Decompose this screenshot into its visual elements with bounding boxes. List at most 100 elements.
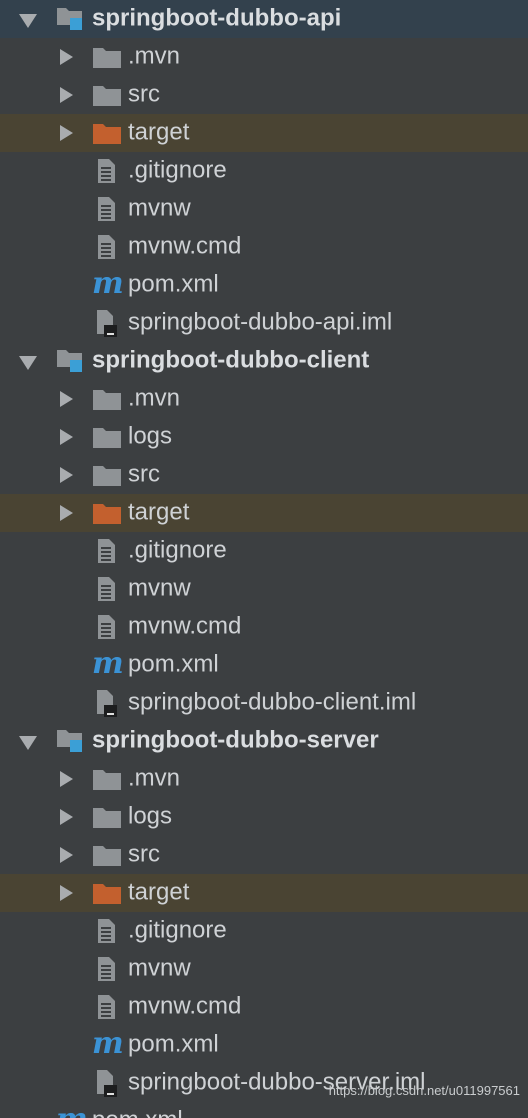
- excluded-folder-icon: [92, 121, 122, 152]
- tree-row[interactable]: m pom.xml: [0, 1102, 528, 1118]
- tree-row-label: .gitignore: [128, 156, 227, 184]
- expand-arrow-icon[interactable]: [60, 467, 73, 483]
- tree-row-label: src: [128, 80, 160, 108]
- tree-row[interactable]: target: [0, 114, 528, 152]
- tree-row[interactable]: .gitignore: [0, 912, 528, 950]
- tree-row[interactable]: mvnw: [0, 190, 528, 228]
- expand-arrow-icon[interactable]: [60, 809, 73, 825]
- tree-row-label: .mvn: [128, 764, 181, 792]
- expand-arrow-icon[interactable]: [60, 885, 73, 901]
- tree-row-label: mvnw: [128, 194, 191, 222]
- collapse-arrow-icon[interactable]: [19, 736, 37, 750]
- expand-arrow-icon[interactable]: [60, 391, 73, 407]
- expand-arrow-icon[interactable]: [60, 505, 73, 521]
- tree-row[interactable]: src: [0, 76, 528, 114]
- tree-row[interactable]: springboot-dubbo-client.iml: [0, 684, 528, 722]
- tree-row[interactable]: logs: [0, 418, 528, 456]
- tree-row[interactable]: mvnw: [0, 950, 528, 988]
- tree-row[interactable]: springboot-dubbo-client: [0, 342, 528, 380]
- tree-row[interactable]: mpom.xml: [0, 646, 528, 684]
- expand-arrow-icon[interactable]: [60, 771, 73, 787]
- tree-row[interactable]: mvnw.cmd: [0, 988, 528, 1026]
- project-tree: springboot-dubbo-api .mvn src target .gitign…: [0, 0, 528, 1118]
- tree-row-label: target: [128, 498, 190, 526]
- tree-row[interactable]: src: [0, 836, 528, 874]
- text-file-icon: [95, 157, 117, 192]
- folder-icon: [92, 83, 122, 114]
- maven-icon: m: [92, 646, 124, 681]
- tree-row-label: target: [128, 118, 190, 146]
- tree-row[interactable]: logs: [0, 798, 528, 836]
- maven-icon: m: [92, 1026, 124, 1061]
- tree-row[interactable]: springboot-dubbo-server: [0, 722, 528, 760]
- tree-row-label: src: [128, 460, 160, 488]
- tree-row[interactable]: mvnw.cmd: [0, 608, 528, 646]
- tree-row-label: .mvn: [128, 42, 181, 70]
- text-file-icon: [95, 195, 117, 230]
- text-file-icon: [95, 233, 117, 268]
- tree-row-label: .gitignore: [128, 536, 227, 564]
- tree-row-label: springboot-dubbo-server: [92, 726, 379, 754]
- tree-row[interactable]: mpom.xml: [0, 1026, 528, 1064]
- collapse-arrow-icon[interactable]: [19, 14, 37, 28]
- folder-icon: [92, 767, 122, 798]
- expand-arrow-icon[interactable]: [60, 49, 73, 65]
- tree-row-label: pom.xml: [128, 1030, 219, 1058]
- tree-row-label: springboot-dubbo-client: [92, 346, 370, 374]
- maven-icon: m: [92, 266, 124, 301]
- tree-row[interactable]: mvnw.cmd: [0, 228, 528, 266]
- folder-icon: [92, 45, 122, 76]
- tree-row[interactable]: .mvn: [0, 760, 528, 798]
- tree-row[interactable]: .mvn: [0, 380, 528, 418]
- tree-row-label: target: [128, 878, 190, 906]
- iml-file-icon: [93, 688, 119, 725]
- tree-row-label: mvnw: [128, 574, 191, 602]
- iml-file-icon: [93, 308, 119, 345]
- tree-row[interactable]: .gitignore: [0, 532, 528, 570]
- tree-row-label: pom.xml: [128, 270, 219, 298]
- tree-row-label: springboot-dubbo-api.iml: [128, 308, 393, 336]
- text-file-icon: [95, 917, 117, 952]
- folder-icon: [92, 843, 122, 874]
- tree-row-label: .gitignore: [128, 916, 227, 944]
- tree-row[interactable]: .mvn: [0, 38, 528, 76]
- tree-row[interactable]: .gitignore: [0, 152, 528, 190]
- folder-icon: [92, 387, 122, 418]
- tree-row-label: pom.xml: [92, 1106, 183, 1118]
- tree-row-label: pom.xml: [128, 650, 219, 678]
- tree-row-label: mvnw.cmd: [128, 992, 242, 1020]
- folder-icon: [92, 425, 122, 456]
- expand-arrow-icon[interactable]: [60, 125, 73, 141]
- module-folder-icon: [55, 347, 85, 380]
- tree-row[interactable]: target: [0, 494, 528, 532]
- excluded-folder-icon: [92, 501, 122, 532]
- text-file-icon: [95, 613, 117, 648]
- tree-row-label: mvnw.cmd: [128, 232, 242, 260]
- iml-file-icon: [93, 1068, 119, 1105]
- text-file-icon: [95, 537, 117, 572]
- tree-row-label: springboot-dubbo-client.iml: [128, 688, 417, 716]
- tree-row[interactable]: target: [0, 874, 528, 912]
- folder-icon: [92, 463, 122, 494]
- maven-icon: m: [56, 1105, 88, 1118]
- watermark: https://blog.csdn.net/u011997561: [328, 1083, 520, 1098]
- tree-row-label: mvnw.cmd: [128, 612, 242, 640]
- tree-row[interactable]: springboot-dubbo-api.iml: [0, 304, 528, 342]
- tree-row-label: .mvn: [128, 384, 181, 412]
- tree-row-label: springboot-dubbo-api: [92, 4, 342, 32]
- expand-arrow-icon[interactable]: [60, 429, 73, 445]
- text-file-icon: [95, 575, 117, 610]
- module-folder-icon: [55, 727, 85, 760]
- collapse-arrow-icon[interactable]: [19, 356, 37, 370]
- tree-row-label: logs: [128, 802, 173, 830]
- module-folder-icon: [55, 5, 85, 38]
- tree-row[interactable]: mvnw: [0, 570, 528, 608]
- folder-icon: [92, 805, 122, 836]
- tree-row[interactable]: springboot-dubbo-api: [0, 0, 528, 38]
- expand-arrow-icon[interactable]: [60, 847, 73, 863]
- text-file-icon: [95, 955, 117, 990]
- text-file-icon: [95, 993, 117, 1028]
- tree-row[interactable]: src: [0, 456, 528, 494]
- expand-arrow-icon[interactable]: [60, 87, 73, 103]
- tree-row[interactable]: mpom.xml: [0, 266, 528, 304]
